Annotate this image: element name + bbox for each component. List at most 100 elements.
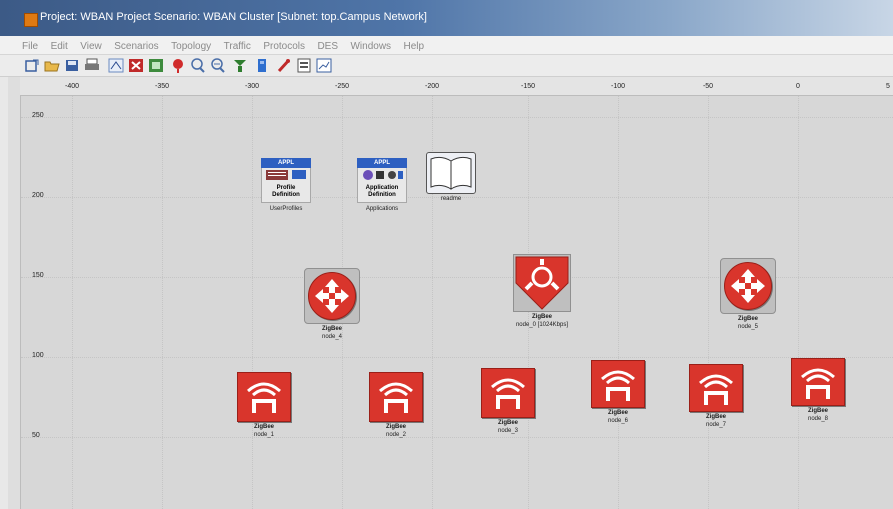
- zigbee-tag: ZigBee: [737, 316, 758, 322]
- view-results-icon[interactable]: [254, 58, 270, 73]
- appl-text-1: Application: [365, 185, 399, 191]
- appl-text-2: Definition: [272, 192, 300, 198]
- zigbee-tag: ZigBee: [531, 314, 552, 320]
- appl-text-1: Profile: [276, 185, 296, 191]
- grid-line: [162, 96, 164, 509]
- node-label: node_5: [737, 324, 759, 330]
- end-device-icon: [689, 364, 743, 412]
- x-tick: -150: [520, 83, 536, 90]
- graph-icon[interactable]: [316, 58, 332, 73]
- menu-view[interactable]: View: [80, 41, 102, 52]
- grid-line: [21, 437, 893, 439]
- profile-table-icon: [266, 170, 306, 180]
- appl-text-2: Definition: [368, 192, 396, 198]
- zigbee-end-device-node[interactable]: ZigBee node_2: [366, 372, 426, 438]
- save-icon[interactable]: [64, 58, 80, 73]
- grid-line: [21, 117, 893, 119]
- node-label: UserProfiles: [269, 206, 303, 212]
- app-icon: [24, 13, 38, 27]
- delete-icon[interactable]: [128, 58, 144, 73]
- y-tick: 100: [32, 352, 44, 359]
- appl-tag: APPL: [261, 158, 311, 168]
- node-label: node_8: [807, 416, 829, 422]
- web-report-icon[interactable]: [296, 58, 312, 73]
- x-tick: -50: [702, 83, 714, 90]
- end-device-icon: [481, 368, 535, 418]
- print-icon[interactable]: [84, 58, 100, 73]
- readme-node[interactable]: readme: [424, 152, 478, 202]
- appl-icon: APPL Application Definition: [357, 158, 407, 204]
- x-tick: -300: [244, 83, 260, 90]
- zigbee-coordinator-node[interactable]: ZigBee node_0 [1024Kbps]: [502, 254, 582, 328]
- node-label: node_6: [607, 418, 629, 424]
- x-tick: -200: [424, 83, 440, 90]
- zigbee-router-node[interactable]: ZigBee node_4: [302, 268, 362, 340]
- menu-des[interactable]: DES: [317, 41, 338, 52]
- node-label: node_1: [253, 432, 275, 438]
- node-label: node_2: [385, 432, 407, 438]
- grid-line: [21, 357, 893, 359]
- zigbee-end-device-node[interactable]: ZigBee node_7: [686, 364, 746, 428]
- zigbee-tag: ZigBee: [385, 424, 406, 430]
- fail-node-icon[interactable]: [170, 58, 186, 73]
- zigbee-end-device-node[interactable]: ZigBee node_3: [478, 368, 538, 434]
- title-bar: Project: WBAN Project Scenario: WBAN Clu…: [0, 0, 893, 36]
- x-tick: -350: [154, 83, 170, 90]
- window-title: Project: WBAN Project Scenario: WBAN Clu…: [40, 11, 427, 23]
- profile-definition-node[interactable]: APPL Profile Definition UserProfiles: [258, 158, 314, 212]
- menu-bar: File Edit View Scenarios Topology Traffi…: [0, 36, 893, 55]
- y-tick: 200: [32, 192, 44, 199]
- rapid-config-icon[interactable]: [108, 58, 124, 73]
- grid-line: [798, 96, 800, 509]
- x-tick: 0: [796, 83, 800, 90]
- end-device-icon: [791, 358, 845, 406]
- zigbee-end-device-node[interactable]: ZigBee node_8: [788, 358, 848, 422]
- horizontal-ruler: -400 -350 -300 -250 -200 -150 -100 -50 0…: [20, 77, 893, 96]
- coordinator-icon: [515, 256, 569, 310]
- book-icon: [426, 152, 476, 194]
- y-tick: 250: [32, 112, 44, 119]
- menu-help[interactable]: Help: [404, 41, 425, 52]
- zoom-out-icon[interactable]: [210, 58, 226, 73]
- open-project-icon[interactable]: [24, 58, 40, 73]
- zigbee-tag: ZigBee: [321, 326, 342, 332]
- y-tick: 150: [32, 272, 44, 279]
- grid-line: [72, 96, 74, 509]
- menu-windows[interactable]: Windows: [350, 41, 391, 52]
- hide-graphs-icon[interactable]: [276, 58, 292, 73]
- y-tick: 50: [32, 432, 40, 439]
- zigbee-tag: ZigBee: [253, 424, 274, 430]
- appl-tag: APPL: [357, 158, 407, 168]
- menu-protocols[interactable]: Protocols: [263, 41, 305, 52]
- x-tick: 5: [886, 83, 890, 90]
- menu-edit[interactable]: Edit: [51, 41, 68, 52]
- node-label: Applications: [365, 206, 399, 212]
- menu-traffic[interactable]: Traffic: [224, 41, 251, 52]
- move-icon[interactable]: [148, 58, 164, 73]
- zigbee-end-device-node[interactable]: ZigBee node_1: [234, 372, 294, 438]
- zigbee-end-device-node[interactable]: ZigBee node_6: [588, 360, 648, 424]
- vertical-ruler: [8, 77, 21, 509]
- grid-line: [618, 96, 620, 509]
- application-definition-node[interactable]: APPL Application Definition Applications: [354, 158, 410, 212]
- node-label: readme: [440, 196, 462, 202]
- x-tick: -400: [64, 83, 80, 90]
- open-folder-icon[interactable]: [44, 58, 60, 73]
- application-icons: [363, 170, 403, 180]
- x-tick: -250: [334, 83, 350, 90]
- zigbee-router-node[interactable]: ZigBee node_5: [718, 258, 778, 330]
- node-label: node_0 [1024Kbps]: [515, 322, 569, 328]
- x-tick: -100: [610, 83, 626, 90]
- appl-icon: APPL Profile Definition: [261, 158, 311, 204]
- menu-scenarios[interactable]: Scenarios: [114, 41, 158, 52]
- node-label: node_4: [321, 334, 343, 340]
- zoom-in-icon[interactable]: [190, 58, 206, 73]
- router-icon: [724, 262, 772, 310]
- configure-run-icon[interactable]: [232, 58, 248, 73]
- router-icon: [308, 272, 356, 320]
- zigbee-tag: ZigBee: [705, 414, 726, 420]
- zigbee-tag: ZigBee: [607, 410, 628, 416]
- grid-line: [252, 96, 254, 509]
- menu-topology[interactable]: Topology: [171, 41, 211, 52]
- menu-file[interactable]: File: [22, 41, 38, 52]
